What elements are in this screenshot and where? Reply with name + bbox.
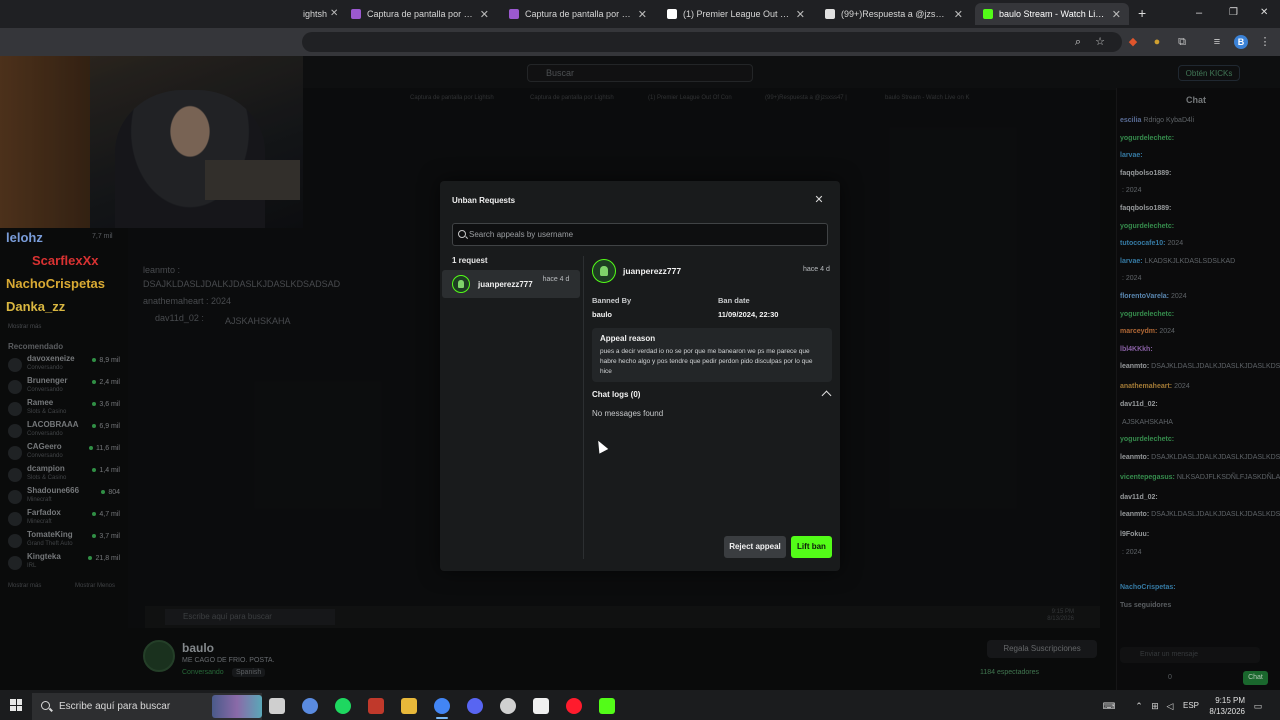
tray-chevron-icon[interactable]: ⌃ (1134, 701, 1144, 711)
extension-icon[interactable]: ◆ (1126, 35, 1140, 49)
appeal-search-field[interactable] (452, 223, 828, 246)
browser-tab[interactable]: baulo Stream - Watch Live on K ✕ (975, 3, 1129, 25)
request-time: hace 4 d (542, 276, 570, 283)
browser-tab-label: Captura de pantalla por Lightsh (367, 9, 474, 19)
minimize-button[interactable]: – (1196, 7, 1202, 19)
profile-avatar-icon[interactable]: B (1234, 35, 1248, 49)
search-icon (458, 230, 466, 238)
browser-tab-label: baulo Stream - Watch Live on K (999, 9, 1106, 19)
close-icon[interactable]: ✕ (954, 8, 963, 21)
chat-logs-label: Chat logs (0) (592, 390, 641, 399)
browser-tab-label: (1) Premier League Out Of Con (683, 9, 790, 19)
input-language[interactable]: ESP (1183, 701, 1199, 710)
browser-tab-label: Captura de pantalla por Lightsh (525, 9, 632, 19)
browser-tab[interactable]: (1) Premier League Out Of Con ✕ (659, 3, 813, 25)
reading-list-icon[interactable]: ≡ (1210, 35, 1224, 49)
lightshot-icon (509, 9, 519, 19)
tiktok-icon (825, 9, 835, 19)
close-icon[interactable]: ✕ (638, 8, 647, 21)
user-avatar (452, 275, 470, 293)
browser-tab-partial[interactable]: ightsh (303, 9, 327, 19)
discord-icon[interactable] (467, 698, 483, 714)
menu-kebab-icon[interactable]: ⋮ (1258, 35, 1272, 49)
windows-search-box[interactable]: Escribe aquí para buscar (32, 693, 262, 720)
request-count: 1 request (452, 256, 488, 265)
task-view-icon[interactable] (269, 698, 285, 714)
windows-search-placeholder: Escribe aquí para buscar (59, 701, 171, 712)
windows-start-icon[interactable] (10, 699, 22, 711)
ban-date-value: 11/09/2024, 22:30 (718, 310, 779, 319)
kick-icon[interactable] (599, 698, 615, 714)
banned-by-value: baulo (592, 310, 612, 319)
file-explorer-icon[interactable] (401, 698, 417, 714)
appeal-search-input[interactable] (469, 227, 819, 242)
window-close-button[interactable]: ✕ (1260, 7, 1268, 18)
x-icon (667, 9, 677, 19)
opera-icon[interactable] (566, 698, 582, 714)
appeal-reason-text: pues a decir verdad io no se por que me … (600, 348, 813, 375)
capcut-icon[interactable] (533, 698, 549, 714)
notification-icon[interactable]: ▭ (1253, 701, 1263, 711)
reject-appeal-button[interactable]: Reject appeal (724, 536, 786, 558)
close-icon[interactable]: ✕ (1112, 8, 1121, 21)
zoom-icon[interactable]: ⌕ (1071, 35, 1085, 49)
lift-ban-button[interactable]: Lift ban (791, 536, 832, 558)
detail-username: juanperezz777 (623, 266, 682, 276)
close-icon[interactable]: ✕ (813, 194, 825, 206)
banned-by-label: Banned By (592, 296, 632, 305)
close-icon[interactable]: ✕ (796, 8, 805, 21)
browser-tab[interactable]: Captura de pantalla por Lightsh ✕ (501, 3, 655, 25)
clock-date: 8/13/2026 (1209, 707, 1245, 716)
browser-tab[interactable]: Captura de pantalla por Lightsh ✕ (343, 3, 497, 25)
network-icon[interactable]: ⊞ (1150, 701, 1160, 711)
modal-title: Unban Requests (452, 196, 516, 205)
volume-icon[interactable]: ◁ (1165, 701, 1175, 711)
extensions-puzzle-icon[interactable]: ⧉ (1175, 35, 1189, 49)
chevron-up-icon[interactable] (821, 388, 833, 400)
browser-tab-label: (99+)Respuesta a @jzsxss47 | (841, 9, 948, 19)
clock-time: 9:15 PM (1215, 696, 1245, 705)
ban-date-label: Ban date (718, 296, 750, 305)
chrome-icon[interactable] (434, 698, 450, 719)
close-icon[interactable]: ✕ (480, 8, 489, 21)
taskbar-clock[interactable]: 9:15 PM 8/13/2026 (1203, 695, 1245, 717)
kick-icon (983, 9, 993, 19)
address-bar[interactable] (302, 32, 1122, 52)
copilot-icon[interactable] (302, 698, 318, 714)
bookmark-star-icon[interactable]: ☆ (1093, 35, 1107, 49)
search-highlight-image (212, 695, 262, 718)
browser-tab[interactable]: (99+)Respuesta a @jzsxss47 | ✕ (817, 3, 971, 25)
lightshot-icon (351, 9, 361, 19)
request-username: juanperezz777 (478, 280, 533, 289)
no-messages-text: No messages found (592, 409, 664, 418)
close-icon[interactable]: ✕ (330, 8, 338, 19)
detail-time: hace 4 d (803, 266, 830, 273)
spotify-icon[interactable] (335, 698, 351, 714)
new-tab-button[interactable]: + (1138, 5, 1146, 21)
user-avatar (592, 259, 616, 283)
extension-icon[interactable]: ● (1150, 35, 1164, 49)
search-icon (41, 701, 50, 710)
voicemod-icon[interactable] (368, 698, 384, 714)
keyboard-icon[interactable]: ⌨ (1102, 701, 1116, 711)
obs-icon[interactable] (500, 698, 516, 714)
modal-divider (583, 256, 584, 559)
appeal-reason-label: Appeal reason (600, 334, 656, 343)
maximize-button[interactable]: ❐ (1229, 7, 1238, 18)
